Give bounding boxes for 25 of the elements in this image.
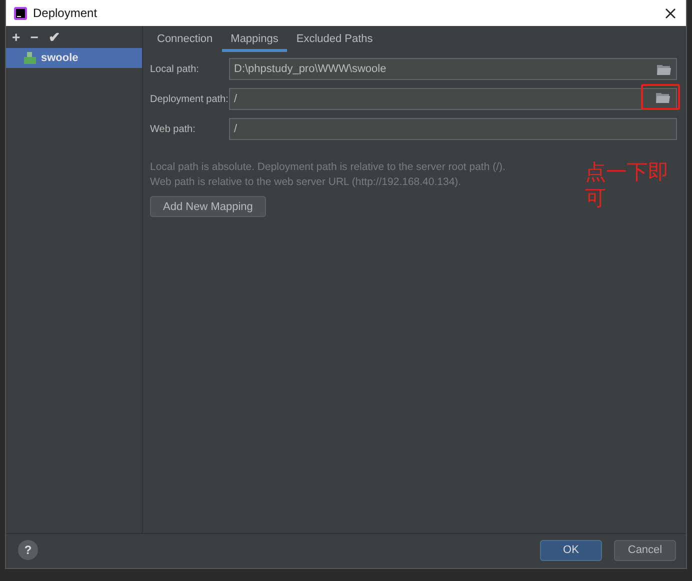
folder-icon[interactable]	[657, 64, 671, 74]
path-field[interactable]: /	[229, 118, 677, 140]
hint-text: Web path is relative to the web server URL (http://192.168.40.134).	[150, 175, 462, 190]
field-label: Web path:	[150, 124, 196, 134]
server-icon	[24, 52, 36, 64]
field-label: Local path:	[150, 64, 200, 74]
hint-text: Local path is absolute. Deployment path is relative to the server root path (/).	[150, 160, 506, 175]
server-item[interactable]: swoole	[6, 48, 142, 68]
tab[interactable]: Mappings	[222, 26, 288, 52]
ok-button[interactable]: OK	[540, 540, 602, 560]
window-title: Deployment	[33, 6, 98, 20]
field-label: Deployment path:	[150, 94, 229, 104]
folder-icon[interactable]	[656, 92, 670, 102]
add-new-mapping-button[interactable]: Add New Mapping	[150, 196, 266, 217]
check-icon[interactable]: ✔	[48, 29, 60, 45]
add-icon[interactable]: +	[12, 29, 20, 45]
app-icon	[14, 6, 27, 20]
help-button[interactable]: ?	[18, 540, 38, 560]
cancel-button[interactable]: Cancel	[614, 540, 676, 560]
remove-icon[interactable]: −	[30, 29, 38, 45]
close-icon[interactable]	[665, 8, 676, 18]
tab[interactable]: Excluded Paths	[287, 26, 382, 52]
annotation-text: 点一下即可	[585, 160, 670, 212]
tab[interactable]: Connection	[148, 26, 222, 52]
path-field[interactable]: D:\phpstudy_pro\WWW\swoole	[229, 58, 677, 80]
